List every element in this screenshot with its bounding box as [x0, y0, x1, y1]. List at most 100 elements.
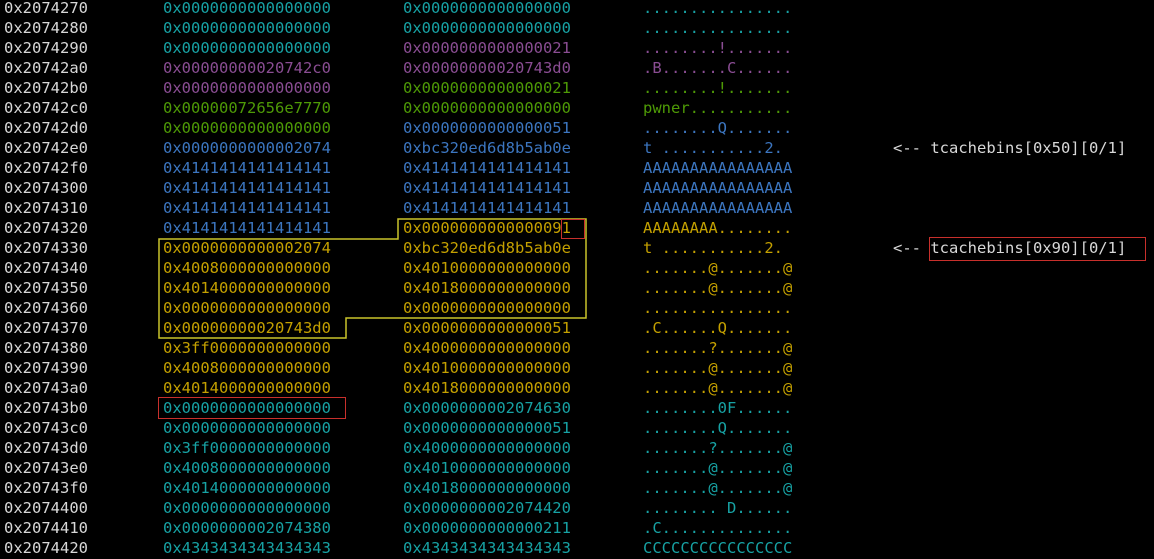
row-address: 0x2074300: [4, 179, 88, 197]
qword-high: 0x4141414141414141: [403, 159, 571, 177]
qword-high: 0x0000000000000051: [403, 319, 571, 337]
ascii-dump: ........0F......: [643, 399, 793, 417]
memory-row: 0x20743c0 0x0000000000000000 0x00000000000…: [0, 418, 1154, 438]
qword-low: 0x0000000000000000: [163, 499, 331, 517]
qword-high: 0x0000000000000000: [403, 299, 571, 317]
memory-row: 0x2074410 0x0000000002074380 0x00000000000…: [0, 518, 1154, 538]
qword-high: 0x4141414141414141: [403, 199, 571, 217]
qword-high: 0xbc320ed6d8b5ab0e: [403, 239, 571, 257]
memory-row: 0x2074400 0x0000000000000000 0x00000000020…: [0, 498, 1154, 518]
row-address: 0x2074400: [4, 499, 88, 517]
ascii-dump: CCCCCCCCCCCCCCCC: [643, 539, 793, 557]
qword-high: 0x4018000000000000: [403, 479, 571, 497]
qword-high: 0x0000000000000051: [403, 419, 571, 437]
ascii-dump: AAAAAAAAAAAAAAAA: [643, 179, 793, 197]
row-address: 0x20742f0: [4, 159, 88, 177]
ascii-dump: pwner...........: [643, 99, 793, 117]
row-address: 0x2074310: [4, 199, 88, 217]
qword-high: 0x0000000000000000: [403, 0, 571, 17]
qword-low: 0x0000000000000000: [163, 119, 331, 137]
ascii-dump: .......@.......@: [643, 479, 793, 497]
row-address: 0x2074280: [4, 19, 88, 37]
row-address: 0x20743c0: [4, 419, 88, 437]
row-address: 0x2074340: [4, 259, 88, 277]
memory-row: 0x20742e0 0x0000000000002074 0xbc320ed6d8b…: [0, 138, 1154, 158]
qword-low: 0x4014000000000000: [163, 279, 331, 297]
memory-row: 0x2074340 0x4008000000000000 0x40100000000…: [0, 258, 1154, 278]
ascii-dump: .B.......C......: [643, 59, 793, 77]
qword-low: 0x00000000020742c0: [163, 59, 331, 77]
memory-row: 0x2074390 0x4008000000000000 0x40100000000…: [0, 358, 1154, 378]
ascii-dump: AAAAAAAAAAAAAAAA: [643, 159, 793, 177]
qword-high: 0x0000000000000091: [403, 219, 571, 237]
qword-high: 0x4000000000000000: [403, 439, 571, 457]
ascii-dump: .......@.......@: [643, 259, 793, 277]
qword-high: 0x0000000000000000: [403, 99, 571, 117]
memory-row: 0x2074310 0x4141414141414141 0x41414141414…: [0, 198, 1154, 218]
memory-row: 0x2074350 0x4014000000000000 0x40180000000…: [0, 278, 1154, 298]
qword-low: 0x0000000000000000: [163, 39, 331, 57]
memory-row: 0x20743d0 0x3ff0000000000000 0x40000000000…: [0, 438, 1154, 458]
tcache-annotation: <-- tcachebins[0x90][0/1]: [893, 239, 1127, 257]
heap-dump-terminal: 0x2074270 0x0000000000000000 0x00000000000…: [0, 0, 1154, 559]
qword-low: 0x4141414141414141: [163, 219, 331, 237]
qword-low: 0x4343434343434343: [163, 539, 331, 557]
qword-high: 0x0000000002074630: [403, 399, 571, 417]
row-address: 0x2074320: [4, 219, 88, 237]
qword-low: 0x0000000000000000: [163, 79, 331, 97]
qword-high: 0xbc320ed6d8b5ab0e: [403, 139, 571, 157]
ascii-dump: ........!.......: [643, 79, 793, 97]
qword-low: 0x4014000000000000: [163, 479, 331, 497]
row-address: 0x20742c0: [4, 99, 88, 117]
qword-low: 0x0000000000002074: [163, 239, 331, 257]
row-address: 0x20742e0: [4, 139, 88, 157]
qword-low: 0x4141414141414141: [163, 159, 331, 177]
row-address: 0x20743b0: [4, 399, 88, 417]
ascii-dump: .......?.......@: [643, 339, 793, 357]
row-address: 0x2074350: [4, 279, 88, 297]
row-address: 0x20742a0: [4, 59, 88, 77]
memory-row: 0x20742d0 0x0000000000000000 0x00000000000…: [0, 118, 1154, 138]
memory-row: 0x2074280 0x0000000000000000 0x00000000000…: [0, 18, 1154, 38]
row-address: 0x2074390: [4, 359, 88, 377]
row-address: 0x2074370: [4, 319, 88, 337]
row-address: 0x2074290: [4, 39, 88, 57]
memory-row: 0x2074330 0x0000000000002074 0xbc320ed6d8b…: [0, 238, 1154, 258]
qword-low: 0x0000000000000000: [163, 399, 331, 417]
qword-low: 0x0000000002074380: [163, 519, 331, 537]
qword-low: 0x0000000000000000: [163, 419, 331, 437]
row-address: 0x20742b0: [4, 79, 88, 97]
memory-row: 0x20743b0 0x0000000000000000 0x00000000020…: [0, 398, 1154, 418]
memory-row: 0x20742b0 0x0000000000000000 0x00000000000…: [0, 78, 1154, 98]
ascii-dump: AAAAAAAA........: [643, 219, 793, 237]
ascii-dump: .C..............: [643, 519, 793, 537]
qword-high: 0x0000000000000021: [403, 39, 571, 57]
qword-high: 0x00000000020743d0: [403, 59, 571, 77]
row-address: 0x2074270: [4, 0, 88, 17]
ascii-dump: .......@.......@: [643, 459, 793, 477]
qword-low: 0x3ff0000000000000: [163, 339, 331, 357]
ascii-dump: ........Q.......: [643, 419, 793, 437]
memory-row: 0x2074420 0x4343434343434343 0x43434343434…: [0, 538, 1154, 558]
qword-high: 0x0000000000000211: [403, 519, 571, 537]
memory-row: 0x2074290 0x0000000000000000 0x00000000000…: [0, 38, 1154, 58]
memory-row: 0x20742a0 0x00000000020742c0 0x00000000020…: [0, 58, 1154, 78]
ascii-dump: ................: [643, 19, 793, 37]
row-address: 0x20743a0: [4, 379, 88, 397]
memory-row: 0x20742f0 0x4141414141414141 0x41414141414…: [0, 158, 1154, 178]
memory-row: 0x20743a0 0x4014000000000000 0x40180000000…: [0, 378, 1154, 398]
row-address: 0x20743d0: [4, 439, 88, 457]
memory-row: 0x2074270 0x0000000000000000 0x00000000000…: [0, 0, 1154, 18]
qword-high: 0x4141414141414141: [403, 179, 571, 197]
memory-row: 0x2074300 0x4141414141414141 0x41414141414…: [0, 178, 1154, 198]
ascii-dump: .......@.......@: [643, 279, 793, 297]
qword-high: 0x4010000000000000: [403, 259, 571, 277]
qword-low: 0x4014000000000000: [163, 379, 331, 397]
qword-low: 0x4008000000000000: [163, 359, 331, 377]
qword-high: 0x4010000000000000: [403, 359, 571, 377]
ascii-dump: ........ D......: [643, 499, 793, 517]
ascii-dump: .C......Q.......: [643, 319, 793, 337]
tcache-annotation: <-- tcachebins[0x50][0/1]: [893, 139, 1127, 157]
ascii-dump: AAAAAAAAAAAAAAAA: [643, 199, 793, 217]
memory-row: 0x20743f0 0x4014000000000000 0x40180000000…: [0, 478, 1154, 498]
